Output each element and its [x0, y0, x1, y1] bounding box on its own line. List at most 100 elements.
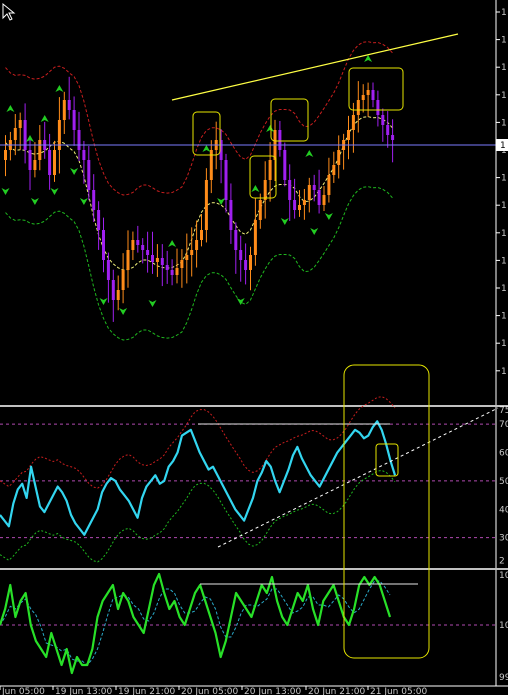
candle-body [38, 140, 42, 160]
rsi-tick-label: 40 [499, 505, 508, 515]
candle-body [376, 100, 380, 115]
candle-body [136, 240, 140, 245]
candle-body [33, 160, 37, 170]
candle-body [116, 290, 120, 300]
cursor-icon [2, 2, 16, 21]
price-tick-label: 1 [501, 91, 507, 101]
candle-body [268, 160, 272, 180]
candle-body [288, 180, 292, 200]
candle-body [312, 185, 316, 190]
candle-body [244, 260, 248, 270]
price-tick-label: 1 [501, 174, 507, 184]
rsi-tick-label: 2 [499, 556, 505, 566]
fractal-up-arrow-icon [202, 145, 211, 152]
candle-body [229, 200, 233, 230]
candle-body [87, 160, 91, 190]
trendline [171, 33, 459, 101]
candle-body [371, 90, 375, 100]
candle-body [62, 100, 66, 120]
candle-body [180, 260, 184, 268]
candle-body [126, 250, 130, 270]
bollinger-lower-band [5, 186, 393, 341]
candle-body [307, 185, 311, 200]
candle-body [97, 210, 101, 230]
price-tick-label: 1 [501, 256, 507, 266]
candle-body [160, 258, 164, 265]
fractal-up-arrow-icon [168, 240, 177, 247]
highlight-box [249, 155, 277, 199]
candle-body [204, 180, 208, 230]
candle-body [121, 270, 125, 290]
fractal-up-arrow-icon [266, 125, 275, 132]
candle-body [28, 150, 32, 170]
time-tick-label: 19 Jun 13:00 [55, 687, 112, 695]
candle-body [170, 270, 174, 275]
rsi-tick-label: 60 [499, 449, 508, 459]
time-axis: Jun 05:00 19 Jun 13:00 19 Jun 21:00 20 Jun … [0, 686, 427, 695]
candle-body [151, 255, 154, 262]
rsi-tick-label: 30 [499, 534, 508, 544]
fractal-up-arrow-icon [364, 55, 373, 62]
fractal-down-arrow-icon [119, 308, 128, 315]
candle-body [224, 160, 228, 200]
candle-body [234, 230, 238, 250]
fractal-up-arrow-icon [305, 150, 314, 157]
time-tick-label: 21 Jun 05:00 [370, 687, 427, 695]
candle-body [195, 240, 199, 250]
fractal-down-arrow-icon [324, 213, 333, 220]
rsi-tick-label: 75 [499, 406, 508, 416]
candle-body [249, 255, 252, 270]
candle-body [253, 220, 257, 255]
momentum-tick-label: 10 [499, 621, 508, 631]
candle-body [361, 95, 365, 100]
price-tick-label: 1 [501, 229, 507, 239]
rsi-axis: 75 70 60 50 40 30 2 [499, 406, 508, 566]
candle-body [337, 150, 341, 165]
candle-body [332, 165, 336, 175]
candle-body [391, 135, 395, 140]
candle-body [200, 230, 203, 240]
candle-body [327, 175, 331, 195]
price-axis: 1 1 1 1 1 1 1 1 1 1 1 1 1 1 [496, 8, 507, 377]
candle-body [366, 90, 370, 95]
candle-body [72, 110, 76, 130]
fractal-down-arrow-icon [79, 198, 88, 205]
candle-body [356, 100, 360, 115]
candle-body [13, 128, 17, 140]
rsi-upper-envelope [0, 396, 396, 489]
fractal-down-arrow-icon [310, 228, 319, 235]
price-tick-label: 1 [501, 284, 507, 294]
candle-body [102, 230, 105, 260]
candle-body [82, 150, 86, 160]
fractal-down-arrow-icon [70, 168, 79, 175]
candle-body [131, 240, 135, 250]
candle-body [18, 120, 22, 128]
price-tick-label: 1 [501, 312, 507, 322]
fractal-down-arrow-icon [30, 198, 39, 205]
divergence-highlight-box [343, 364, 430, 659]
candle-body [381, 115, 385, 125]
fractal-up-arrow-icon [6, 105, 15, 112]
candle-body [53, 150, 56, 175]
candle-body [111, 280, 115, 300]
candle-body [146, 250, 150, 255]
candle-body [298, 205, 301, 210]
fractal-up-arrow-icon [40, 115, 49, 122]
candle-body [48, 150, 52, 175]
time-tick-label: 19 Jun 21:00 [118, 687, 175, 695]
current-price-label: 1 [500, 141, 506, 151]
time-tick-label: 20 Jun 21:00 [308, 687, 365, 695]
candle-body [386, 125, 390, 135]
candle-body [317, 190, 321, 205]
momentum-tick-label: 10 [499, 571, 508, 581]
candlestick-series [4, 76, 395, 322]
highlight-box [270, 98, 309, 142]
candle-body [185, 255, 189, 260]
bollinger-bands [5, 41, 393, 341]
time-tick-label: Jun 05:00 [1, 687, 45, 695]
price-tick-label: 1 [501, 36, 507, 46]
time-tick-label: 20 Jun 05:00 [181, 687, 238, 695]
rsi-line [0, 420, 397, 536]
fractal-down-arrow-icon [280, 218, 289, 225]
candle-body [77, 130, 81, 150]
